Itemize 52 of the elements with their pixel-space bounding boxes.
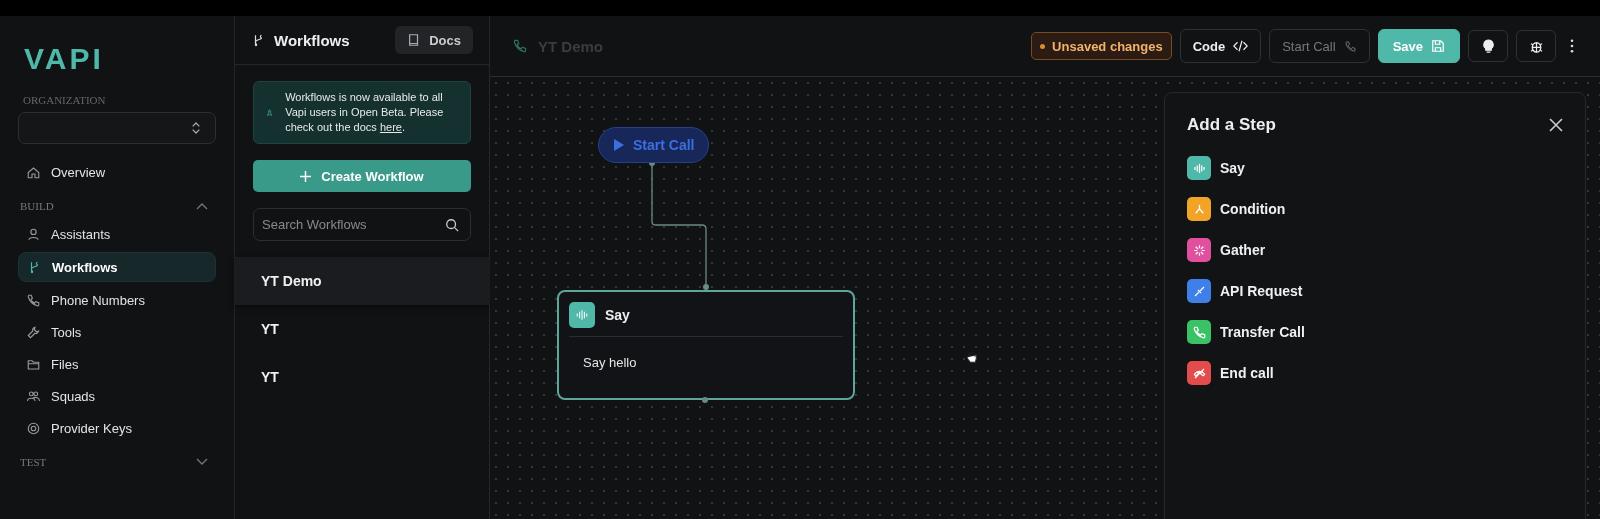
node-text: Say hello <box>583 355 637 370</box>
close-icon[interactable] <box>1549 118 1563 132</box>
nav-item[interactable]: Files <box>18 350 216 378</box>
plus-icon <box>300 170 312 182</box>
search-field[interactable]: Search Workflows <box>253 208 471 241</box>
step-item[interactable]: Transfer Call <box>1187 320 1305 344</box>
waveform-icon <box>569 302 595 328</box>
people-icon <box>26 388 41 404</box>
workflow-item[interactable]: YT Demo <box>235 257 489 305</box>
phone-icon <box>512 38 528 54</box>
lightbulb-icon <box>1480 38 1496 54</box>
nav-item[interactable]: Overview <box>18 158 216 186</box>
node-title: Say <box>605 307 630 323</box>
say-node[interactable]: Say Say hello <box>557 290 855 400</box>
nav-item[interactable]: Workflows <box>18 252 216 282</box>
play-icon <box>613 138 625 152</box>
chevron-up-down-icon <box>191 121 201 135</box>
nav-item[interactable]: Assistants <box>18 220 216 248</box>
wrench-icon <box>26 324 41 340</box>
panel-title: Workflows <box>274 31 351 49</box>
home-icon <box>26 164 41 180</box>
step-item[interactable]: Say <box>1187 156 1245 180</box>
code-button[interactable]: Code <box>1179 29 1262 63</box>
phone-icon <box>1343 39 1357 53</box>
bug-button[interactable] <box>1516 30 1556 62</box>
step-item[interactable]: End call <box>1187 361 1274 385</box>
logo: VAPI <box>24 42 105 77</box>
code-icon <box>1233 40 1249 52</box>
menu-icon <box>1570 39 1574 53</box>
organization-label: ORGANIZATION <box>23 94 107 106</box>
chevron-up-icon[interactable] <box>196 202 208 210</box>
docs-button[interactable]: Docs <box>395 26 473 54</box>
phone-icon <box>26 292 41 308</box>
chevron-down-icon[interactable] <box>196 458 208 466</box>
unsaved-status-badge: Unsaved changes <box>1031 32 1172 60</box>
panel-title: Add a Step <box>1187 115 1276 135</box>
notice-text: Workflows is now available to all Vapi users in Open Beta. Please check out the docs here. <box>285 90 445 135</box>
step-item[interactable]: Condition <box>1187 197 1286 221</box>
lightbulb-button[interactable] <box>1468 30 1508 62</box>
nav-item[interactable]: Tools <box>18 318 216 346</box>
nav-item[interactable]: Phone Numbers <box>18 286 216 314</box>
step-item[interactable]: API Request <box>1187 279 1303 303</box>
nav-item[interactable]: Squads <box>18 382 216 410</box>
workflow-item[interactable]: YT <box>235 353 489 401</box>
section-title: TEST <box>20 456 47 468</box>
person-icon <box>26 226 41 242</box>
workflow-item[interactable]: YT <box>235 305 489 353</box>
search-icon <box>445 218 459 232</box>
section-title: BUILD <box>20 200 54 212</box>
docs-link[interactable]: here <box>379 121 402 133</box>
nav-item[interactable]: Provider Keys <box>18 414 216 442</box>
step-item[interactable]: Gather <box>1187 238 1266 262</box>
